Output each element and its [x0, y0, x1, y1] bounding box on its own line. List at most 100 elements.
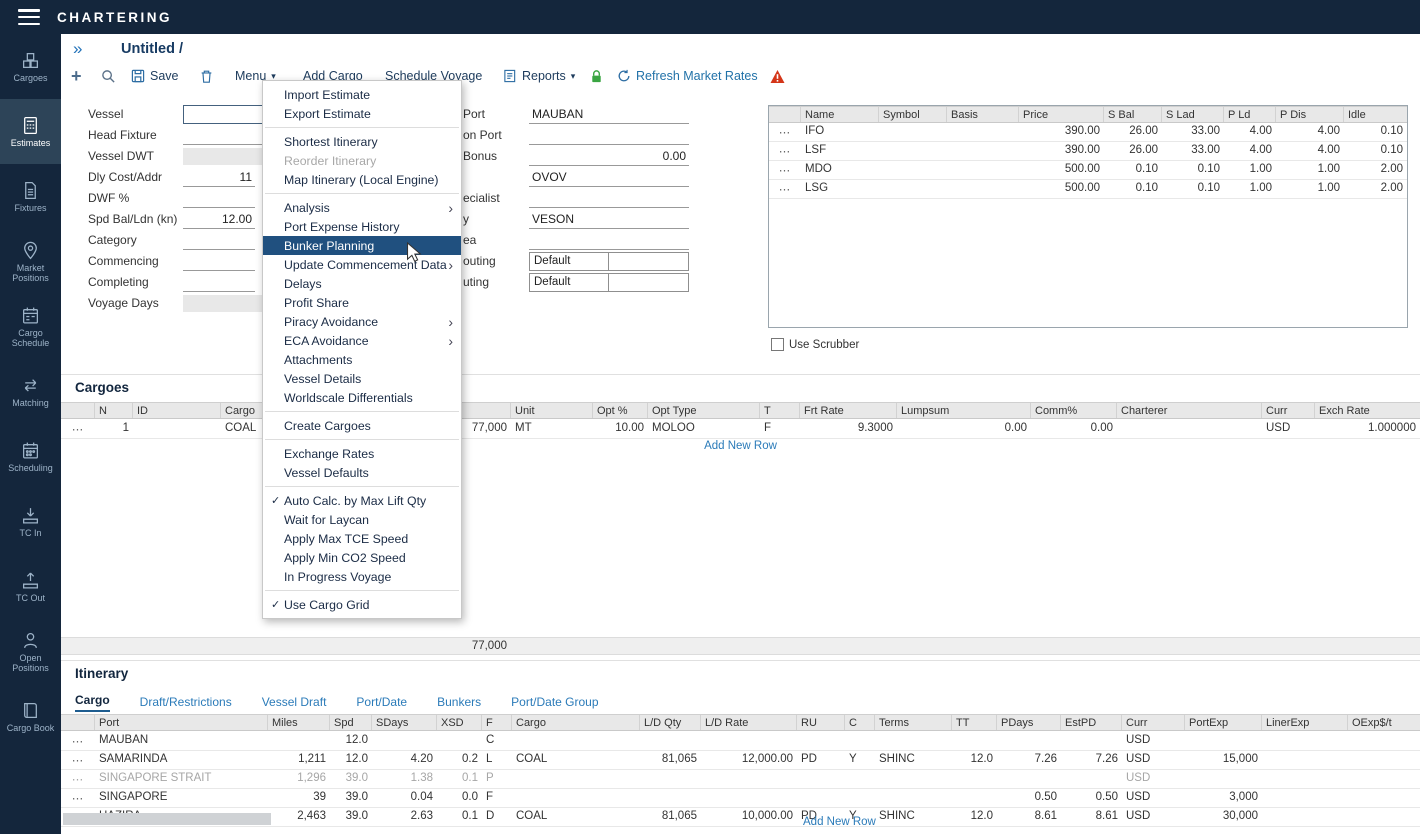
bonus-input[interactable]: 0.00 [529, 147, 689, 166]
completing-input[interactable] [183, 273, 255, 292]
port-input[interactable]: MAUBAN [529, 105, 689, 124]
sidebar-item-cargo-book[interactable]: Cargo Book [0, 684, 61, 749]
cell [947, 161, 1019, 179]
menu-item-apply-max-tce-speed[interactable]: Apply Max TCE Speed [263, 529, 461, 548]
row-menu-icon[interactable]: ⋯ [61, 751, 95, 769]
routing-extra-cell[interactable] [609, 252, 689, 271]
menu-item-label: Delays [284, 277, 455, 291]
cell: 15,000 [1185, 751, 1262, 769]
tab-draft-restrictions[interactable]: Draft/Restrictions [140, 695, 232, 712]
menu-item-apply-min-co2-speed[interactable]: Apply Min CO2 Speed [263, 548, 461, 567]
sidebar-item-matching[interactable]: Matching [0, 359, 61, 424]
matching-icon [21, 376, 40, 395]
cell: 4.00 [1224, 123, 1276, 141]
sidebar-item-scheduling[interactable]: Scheduling [0, 424, 61, 489]
menu-item-use-cargo-grid[interactable]: ✓Use Cargo Grid [263, 595, 461, 614]
reports-label: Reports [522, 69, 566, 83]
menu-item-import-estimate[interactable]: Import Estimate [263, 85, 461, 104]
validation-warning-button[interactable] [769, 62, 786, 90]
routing-select[interactable]: Default [529, 252, 609, 271]
menu-item-create-cargoes[interactable]: Create Cargoes [263, 416, 461, 435]
routing-select[interactable]: Default [529, 273, 609, 292]
voyage-type-input[interactable]: OVOV [529, 168, 689, 187]
menu-item-update-commencement-data[interactable]: Update Commencement Data› [263, 255, 461, 274]
tab-port-date[interactable]: Port/Date [356, 695, 407, 712]
cell [845, 770, 875, 788]
sidebar-item-cargo-schedule[interactable]: Cargo Schedule [0, 294, 61, 359]
sidebar-item-open-positions[interactable]: Open Positions [0, 619, 61, 684]
row-menu-icon[interactable]: ⋯ [769, 142, 801, 160]
menu-item-exchange-rates[interactable]: Exchange Rates [263, 444, 461, 463]
lock-button[interactable] [589, 62, 604, 90]
add-new-row-link[interactable]: Add New Row [704, 440, 777, 452]
tab-cargo[interactable]: Cargo [75, 693, 110, 712]
menu-item-in-progress-voyage[interactable]: In Progress Voyage [263, 567, 461, 586]
menu-item-eca-avoidance[interactable]: ECA Avoidance› [263, 331, 461, 350]
sidebar-item-market-positions[interactable]: Market Positions [0, 229, 61, 294]
menu-item-attachments[interactable]: Attachments [263, 350, 461, 369]
menu-item-bunker-planning[interactable]: Bunker Planning [263, 236, 461, 255]
column-header: Exch Rate [1315, 403, 1420, 418]
cell: 81,065 [640, 808, 701, 826]
menu-item-piracy-avoidance[interactable]: Piracy Avoidance› [263, 312, 461, 331]
sidebar-item-tc-out[interactable]: TC Out [0, 554, 61, 619]
menu-item-profit-share[interactable]: Profit Share [263, 293, 461, 312]
menu-item-shortest-itinerary[interactable]: Shortest Itinerary [263, 132, 461, 151]
form-row: on Port [463, 125, 689, 145]
menu-item-worldscale-differentials[interactable]: Worldscale Differentials [263, 388, 461, 407]
add-estimate-button[interactable]: + [71, 62, 82, 90]
menu-item-vessel-defaults[interactable]: Vessel Defaults [263, 463, 461, 482]
row-menu-icon[interactable]: ⋯ [61, 770, 95, 788]
row-menu-icon[interactable]: ⋯ [769, 180, 801, 198]
row-menu-icon[interactable]: ⋯ [769, 161, 801, 179]
cell [875, 770, 952, 788]
cell: 500.00 [1019, 161, 1104, 179]
dly-cost-addr-input[interactable]: 11 [183, 168, 255, 187]
add-new-row-link[interactable]: Add New Row [803, 816, 876, 828]
form-input[interactable] [529, 189, 689, 208]
spd-bal-ldn-input[interactable]: 12.00 [183, 210, 255, 229]
sidebar-item-estimates[interactable]: Estimates [0, 99, 61, 164]
routing-extra-cell[interactable] [609, 273, 689, 292]
menu-item-label: Analysis [284, 201, 448, 215]
menu-item-vessel-details[interactable]: Vessel Details [263, 369, 461, 388]
row-menu-icon[interactable]: ⋯ [61, 420, 95, 438]
commencing-input[interactable] [183, 252, 255, 271]
row-menu-icon[interactable]: ⋯ [61, 732, 95, 750]
menu-item-wait-for-laycan[interactable]: Wait for Laycan [263, 510, 461, 529]
reports-button[interactable]: Reports▾ [503, 62, 575, 90]
menu-item-export-estimate[interactable]: Export Estimate [263, 104, 461, 123]
refresh-market-rates-button[interactable]: Refresh Market Rates [617, 62, 758, 90]
category-input[interactable] [183, 231, 255, 250]
search-button[interactable] [101, 62, 116, 90]
menu-item-analysis[interactable]: Analysis› [263, 198, 461, 217]
delete-button[interactable] [199, 62, 214, 90]
cell: 1.00 [1276, 180, 1344, 198]
save-button[interactable]: Save [131, 62, 179, 90]
cell: USD [1122, 789, 1185, 807]
sidebar-item-fixtures[interactable]: Fixtures [0, 164, 61, 229]
menu-item-map-itinerary-local-engine[interactable]: Map Itinerary (Local Engine) [263, 170, 461, 189]
collapse-panel-icon[interactable]: » [73, 39, 82, 59]
form-input[interactable] [529, 126, 689, 145]
tab-bunkers[interactable]: Bunkers [437, 695, 481, 712]
field-label: Completing [88, 275, 180, 289]
row-menu-icon[interactable]: ⋯ [61, 789, 95, 807]
cell: SHINC [875, 751, 952, 769]
hamburger-menu-icon[interactable] [18, 9, 40, 25]
horizontal-scrollbar-thumb[interactable] [63, 813, 271, 825]
company-input[interactable]: VESON [529, 210, 689, 229]
form-input[interactable] [529, 231, 689, 250]
row-menu-icon[interactable]: ⋯ [769, 123, 801, 141]
use-scrubber-checkbox[interactable] [771, 338, 784, 351]
menu-item-port-expense-history[interactable]: Port Expense History [263, 217, 461, 236]
tab-port-date-group[interactable]: Port/Date Group [511, 695, 598, 712]
table-row: ⋯MDO500.000.100.101.001.002.00 [769, 161, 1407, 180]
dwf-percent-input[interactable] [183, 189, 255, 208]
cell [1262, 770, 1348, 788]
menu-item-delays[interactable]: Delays [263, 274, 461, 293]
tab-vessel-draft[interactable]: Vessel Draft [262, 695, 327, 712]
sidebar-item-tc-in[interactable]: TC In [0, 489, 61, 554]
sidebar-item-cargoes[interactable]: Cargoes [0, 34, 61, 99]
menu-item-auto-calc-by-max-lift-qty[interactable]: ✓Auto Calc. by Max Lift Qty [263, 491, 461, 510]
